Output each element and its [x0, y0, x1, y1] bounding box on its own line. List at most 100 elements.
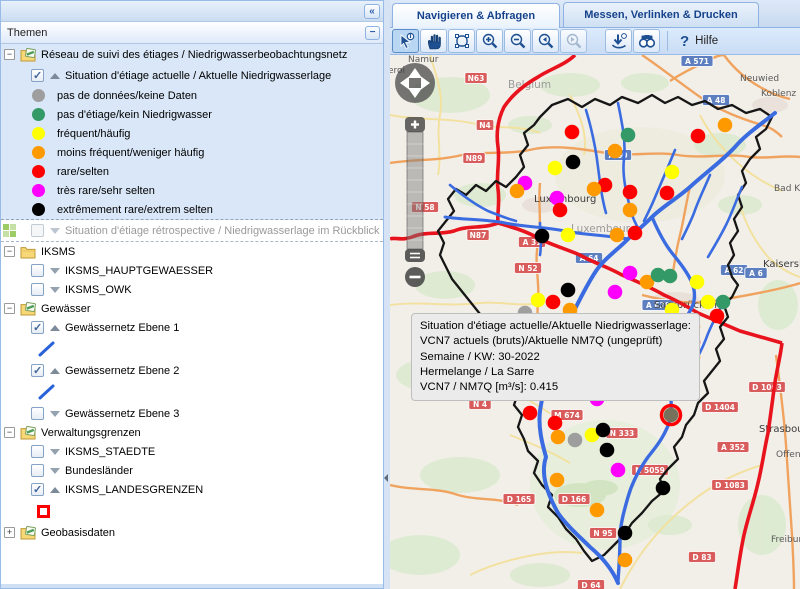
splitter-collapse-icon[interactable]: [384, 474, 388, 482]
station-dot-magenta[interactable]: [608, 285, 623, 300]
next-extent-button[interactable]: [560, 29, 587, 53]
station-dot-orange[interactable]: [550, 473, 565, 488]
collapse-box-icon[interactable]: [4, 303, 15, 314]
station-dot-yellow[interactable]: [665, 165, 680, 180]
minimize-panel-icon[interactable]: −: [365, 26, 380, 40]
pan-control[interactable]: [395, 63, 435, 103]
station-dot-orange[interactable]: [608, 144, 623, 159]
station-dot-orange[interactable]: [590, 503, 605, 518]
layer-checkbox-unchecked[interactable]: [31, 283, 44, 296]
legend-expand-icon[interactable]: [50, 468, 60, 474]
legend-expand-icon[interactable]: [50, 228, 60, 234]
station-dot-black[interactable]: [561, 283, 576, 298]
station-dot-red[interactable]: [660, 186, 675, 201]
tree-node-label[interactable]: Verwaltungsgrenzen: [41, 427, 141, 439]
tree-node-situation-retrospective[interactable]: Situation d'étiage rétrospective / Niedr…: [1, 220, 383, 241]
search-tool-button[interactable]: [633, 29, 660, 53]
layer-checkbox-unchecked[interactable]: [31, 464, 44, 477]
tree-node-verwaltungsgrenzen[interactable]: Verwaltungsgrenzen: [1, 423, 383, 442]
collapse-box-icon[interactable]: [4, 427, 15, 438]
legend-expand-icon[interactable]: [50, 268, 60, 274]
station-dot-yellow[interactable]: [690, 275, 705, 290]
station-dot-yellow[interactable]: [548, 161, 563, 176]
previous-extent-button[interactable]: [532, 29, 559, 53]
collapse-box-icon[interactable]: [4, 49, 15, 60]
layer-checkbox-checked[interactable]: [31, 69, 44, 82]
tree-node-label[interactable]: IKSMS_STAEDTE: [65, 446, 155, 458]
zoom-slider[interactable]: [405, 117, 425, 287]
station-dot-yellow[interactable]: [701, 295, 716, 310]
tree-node-label[interactable]: Bundesländer: [65, 465, 133, 477]
tree-node-label[interactable]: Gewässernetz Ebene 1: [65, 322, 179, 334]
station-dot-black[interactable]: [535, 229, 550, 244]
tree-node-staedte[interactable]: IKSMS_STAEDTE: [1, 442, 383, 461]
tree-node-ebene3[interactable]: Gewässernetz Ebene 3: [1, 404, 383, 423]
layer-checkbox-checked[interactable]: [31, 321, 44, 334]
pan-tool-button[interactable]: [420, 29, 447, 53]
legend-expand-icon[interactable]: [50, 287, 60, 293]
selected-station-dot[interactable]: [664, 408, 679, 423]
station-dot-green[interactable]: [663, 269, 678, 284]
station-dot-yellow[interactable]: [531, 293, 546, 308]
tree-node-ebene2[interactable]: Gewässernetz Ebene 2: [1, 361, 383, 380]
station-dot-orange[interactable]: [551, 430, 566, 445]
station-dot-orange[interactable]: [718, 118, 733, 133]
station-dot-black[interactable]: [600, 443, 615, 458]
station-dot-magenta[interactable]: [611, 463, 626, 478]
station-dot-black[interactable]: [596, 423, 611, 438]
station-dot-green[interactable]: [716, 295, 731, 310]
tree-node-label[interactable]: IKSMS_LANDESGRENZEN: [65, 484, 203, 496]
station-dot-orange[interactable]: [587, 182, 602, 197]
collapse-box-icon[interactable]: [4, 246, 15, 257]
legend-expand-icon[interactable]: [50, 449, 60, 455]
tree-node-label[interactable]: Geobasisdaten: [41, 527, 115, 539]
station-dot-red[interactable]: [691, 129, 706, 144]
station-dot-gray[interactable]: [568, 433, 583, 448]
collapse-panel-icon[interactable]: «: [364, 4, 380, 19]
tree-node-ebene1[interactable]: Gewässernetz Ebene 1: [1, 318, 383, 337]
tree-node-hauptgewaesser[interactable]: IKSMS_HAUPTGEWAESSER: [1, 261, 383, 280]
tree-node-reseau[interactable]: Réseau de suivi des étiages / Niedrigwas…: [1, 44, 383, 65]
tree-node-iksms[interactable]: IKSMS: [1, 242, 383, 261]
legend-collapse-icon[interactable]: [50, 325, 60, 331]
tree-node-geobasisdaten[interactable]: Geobasisdaten: [1, 523, 383, 542]
layer-checkbox-unchecked[interactable]: [31, 264, 44, 277]
layer-checkbox-unchecked[interactable]: [31, 224, 44, 237]
layer-checkbox-unchecked[interactable]: [31, 407, 44, 420]
zoom-out-button[interactable]: [504, 29, 531, 53]
station-dot-black[interactable]: [656, 481, 671, 496]
station-dot-orange[interactable]: [510, 184, 525, 199]
station-dot-green[interactable]: [621, 128, 636, 143]
tree-node-label[interactable]: IKSMS: [41, 246, 75, 258]
tree-node-label[interactable]: Réseau de suivi des étiages / Niedrigwas…: [41, 49, 347, 61]
tree-node-label[interactable]: Gewässer: [41, 303, 91, 315]
tree-node-label[interactable]: IKSMS_OWK: [65, 284, 132, 296]
station-dot-red[interactable]: [548, 416, 563, 431]
station-dot-red[interactable]: [523, 406, 538, 421]
tree-node-bundeslaender[interactable]: Bundesländer: [1, 461, 383, 480]
help-button[interactable]: Hilfe: [695, 35, 718, 47]
station-dot-black[interactable]: [618, 526, 633, 541]
station-dot-orange[interactable]: [623, 203, 638, 218]
zoom-in-button[interactable]: [476, 29, 503, 53]
station-dot-red[interactable]: [628, 226, 643, 241]
station-dot-red[interactable]: [710, 309, 725, 324]
expand-box-icon[interactable]: [4, 527, 15, 538]
legend-collapse-icon[interactable]: [50, 368, 60, 374]
tab-navigieren-abfragen[interactable]: Navigieren & Abfragen: [392, 3, 560, 28]
station-dot-orange[interactable]: [610, 228, 625, 243]
map-viewport[interactable]: A 571A 48A 60A 64A 62A 6A 620N63N4N89N 5…: [390, 55, 800, 589]
tree-node-gewaesser[interactable]: Gewässer: [1, 299, 383, 318]
station-dot-red[interactable]: [546, 295, 561, 310]
identify-tool-button[interactable]: [392, 29, 419, 53]
legend-expand-icon[interactable]: [50, 411, 60, 417]
tree-node-label[interactable]: Situation d'étiage actuelle / Aktuelle N…: [65, 70, 331, 82]
station-dot-black[interactable]: [566, 155, 581, 170]
layer-checkbox-checked[interactable]: [31, 364, 44, 377]
tree-node-owk[interactable]: IKSMS_OWK: [1, 280, 383, 299]
station-dot-red[interactable]: [623, 185, 638, 200]
tree-node-situation-actuelle[interactable]: Situation d'étiage actuelle / Aktuelle N…: [1, 65, 383, 86]
tab-messen-verlinken-drucken[interactable]: Messen, Verlinken & Drucken: [563, 2, 759, 27]
tree-node-label[interactable]: Situation d'étiage rétrospective / Niedr…: [65, 225, 380, 237]
help-icon[interactable]: ?: [680, 33, 689, 50]
